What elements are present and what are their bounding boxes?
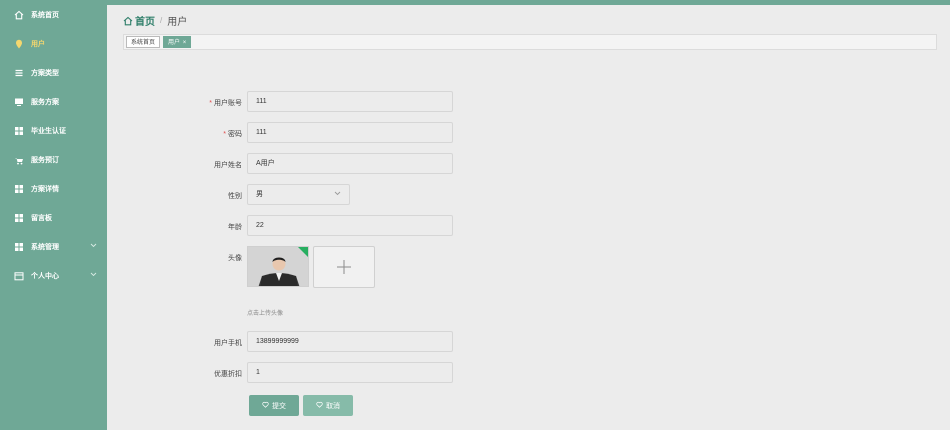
discount-label: 优惠折扣	[214, 371, 242, 378]
gender-selected-value: 男	[256, 191, 263, 198]
sidebar: 系统首页 用户 方案类型 服务方案 毕业生认证 服务预订 方案详情 留言板 系统…	[0, 0, 107, 430]
name-label: 用户姓名	[214, 162, 242, 169]
sidebar-item-label: 用户	[31, 40, 45, 48]
account-label: * 用户账号	[162, 98, 242, 108]
sidebar-item-user[interactable]: 用户	[0, 29, 107, 58]
cancel-button[interactable]: 取消	[303, 395, 353, 416]
tag-home-label: 系统首页	[131, 40, 156, 46]
tags-view-bar: 系统首页 用户 ×	[123, 34, 937, 50]
breadcrumb: 首页 / 用户	[123, 13, 187, 28]
close-icon[interactable]: ×	[183, 40, 187, 46]
chevron-down-icon	[334, 185, 341, 204]
sidebar-item-label: 方案类型	[31, 69, 59, 77]
required-mark: *	[223, 131, 226, 138]
phone-field[interactable]: 13899999999	[247, 331, 453, 352]
calendar-icon	[14, 271, 24, 281]
cancel-button-label: 取消	[326, 402, 340, 410]
sidebar-item-plan-type[interactable]: 方案类型	[0, 58, 107, 87]
upload-hint: 点击上传头像	[247, 311, 284, 317]
sidebar-item-label: 留言板	[31, 214, 52, 222]
password-field[interactable]: 111	[247, 122, 453, 143]
sidebar-item-label: 毕业生认证	[31, 127, 66, 135]
upload-avatar-button[interactable]	[313, 246, 375, 288]
avatar-label: 头像	[228, 255, 242, 262]
avatar[interactable]	[247, 246, 309, 287]
heart-icon	[262, 401, 269, 410]
sidebar-item-label: 方案详情	[31, 185, 59, 193]
age-label: 年龄	[228, 224, 242, 231]
sidebar-item-personal-center[interactable]: 个人中心	[0, 261, 107, 290]
home-icon	[14, 10, 24, 20]
chevron-down-icon	[90, 243, 97, 250]
sidebar-item-service-booking[interactable]: 服务预订	[0, 145, 107, 174]
gender-select[interactable]: 男	[247, 184, 350, 205]
breadcrumb-separator: /	[160, 16, 163, 25]
tag-home[interactable]: 系统首页	[126, 36, 161, 48]
sidebar-item-label: 服务预订	[31, 156, 59, 164]
grid-icon	[14, 126, 24, 136]
name-field[interactable]: A用户	[247, 153, 453, 174]
sidebar-item-label: 系统首页	[31, 11, 59, 19]
grid-icon	[14, 213, 24, 223]
sidebar-item-graduate-cert[interactable]: 毕业生认证	[0, 116, 107, 145]
tag-user[interactable]: 用户 ×	[163, 36, 192, 48]
sidebar-item-system-manage[interactable]: 系统管理	[0, 232, 107, 261]
home-icon	[123, 16, 133, 26]
age-field[interactable]: 22	[247, 215, 453, 236]
required-mark: *	[209, 100, 212, 107]
grid-icon	[14, 242, 24, 252]
sidebar-item-label: 个人中心	[31, 272, 59, 280]
password-label: * 密码	[162, 129, 242, 139]
tag-user-label: 用户	[168, 40, 181, 46]
sidebar-item-home[interactable]: 系统首页	[0, 0, 107, 29]
chevron-down-icon	[90, 272, 97, 279]
cart-icon	[14, 155, 24, 165]
sidebar-item-service-plan[interactable]: 服务方案	[0, 87, 107, 116]
discount-field[interactable]: 1	[247, 362, 453, 383]
list-icon	[14, 68, 24, 78]
sidebar-item-message-board[interactable]: 留言板	[0, 203, 107, 232]
breadcrumb-home-label: 首页	[135, 17, 155, 28]
heart-icon	[316, 401, 323, 410]
submit-button-label: 提交	[272, 402, 286, 410]
sidebar-item-plan-detail[interactable]: 方案详情	[0, 174, 107, 203]
user-pin-icon	[14, 39, 24, 49]
main-content: 首页 / 用户 系统首页 用户 × * 用户账号 111 * 密码 111 用户姓名…	[107, 5, 950, 430]
submit-button[interactable]: 提交	[249, 395, 299, 416]
monitor-icon	[14, 97, 24, 107]
sidebar-item-label: 服务方案	[31, 98, 59, 106]
password-label-text: 密码	[228, 131, 242, 138]
plus-icon	[337, 260, 351, 274]
gender-label: 性别	[228, 193, 242, 200]
breadcrumb-home[interactable]: 首页	[123, 13, 155, 28]
account-field[interactable]: 111	[247, 91, 453, 112]
grid-icon	[14, 184, 24, 194]
breadcrumb-current: 用户	[167, 17, 188, 28]
sidebar-item-label: 系统管理	[31, 243, 59, 251]
phone-label: 用户手机	[214, 340, 242, 347]
account-label-text: 用户账号	[214, 100, 242, 107]
